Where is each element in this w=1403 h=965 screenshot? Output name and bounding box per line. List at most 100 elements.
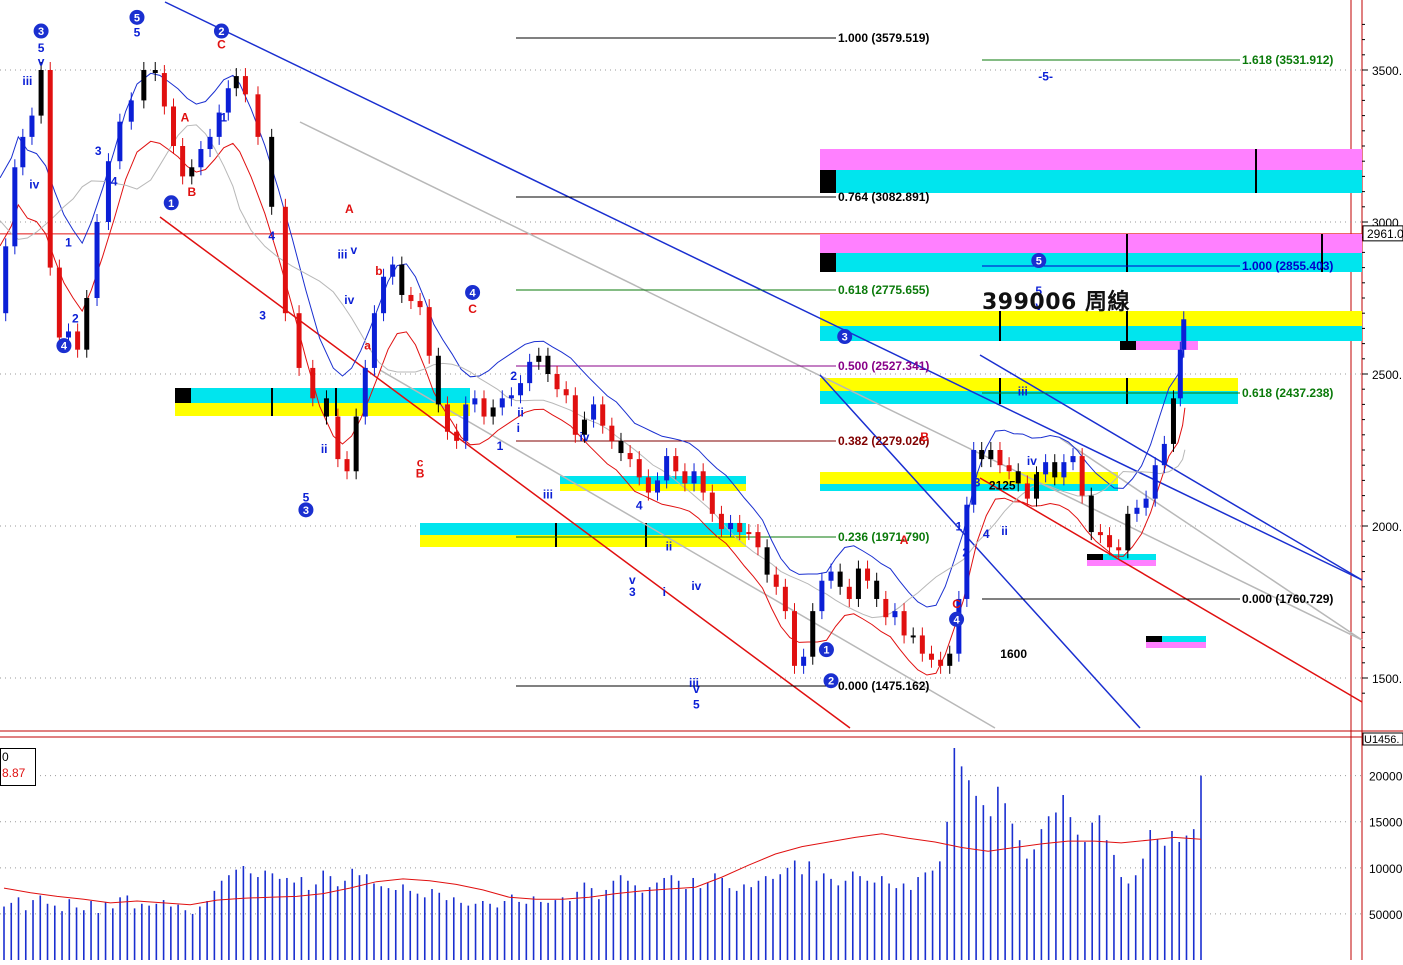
fib-level-label: 0.000 (1760.729) [1242,592,1333,606]
candle-body [810,611,816,657]
fib-level-label: 0.618 (2775.655) [838,283,929,297]
wave-label: 5 [693,697,700,711]
candle-body [718,513,724,530]
candle-body [128,100,134,122]
candle-body [12,167,18,247]
candle-body [1088,495,1094,533]
candle-body [335,416,341,460]
zone-band-magenta [820,149,1362,170]
wave-label: 2 [218,26,224,38]
candle-body [627,453,633,460]
candle-body [773,574,779,587]
wave-label: ii [666,539,673,553]
zone-anchor-block [820,253,836,272]
candle-body [892,611,898,618]
candle-body [655,480,661,493]
candle-body [1079,456,1085,496]
candle-body [737,522,743,533]
wave-label: 2 [510,369,517,383]
candle-body [518,383,524,396]
candle-body [362,367,368,417]
candle-body [728,522,734,530]
wave-label: 3 [629,585,636,599]
zone-band-yellow [820,472,1118,484]
candle-body [801,656,807,666]
wave-label: 4 [983,527,990,541]
candle-body [171,106,177,146]
candle-body [75,331,81,350]
candle-body [20,136,26,168]
fib-level-label: 0.382 (2279.026) [838,434,929,448]
wave-label: 2 [962,545,969,559]
fib-level-label: 0.000 (1475.162) [838,679,929,693]
volume-tick-label: 20000 [1369,770,1403,784]
candle-body [353,416,359,472]
candle-body [225,88,231,113]
candle-body [563,389,569,396]
candle-body [255,94,261,137]
candle-body [1143,498,1149,508]
wave-label: 1600 [1000,647,1027,661]
wave-label: 3 [974,475,981,489]
candle-body [463,404,469,441]
candle-body [117,121,123,162]
candle-body [855,568,861,599]
wave-label: 4 [111,175,118,189]
wave-label: -5- [1038,70,1053,84]
wave-label: iii [1018,384,1028,398]
fib-level-label: 1.000 (3579.519) [838,31,929,45]
candle-body [1116,547,1122,551]
candle-body [746,532,752,535]
wave-label: B [187,185,196,199]
volume-tick-label: 15000 [1369,816,1403,830]
wave-label: iii [337,247,347,261]
candle-body [938,659,944,666]
candle-body [1006,465,1012,472]
candle-body [1152,465,1158,499]
candle-body [636,459,642,478]
candle-body [426,307,432,356]
volume-tick-label: 50000 [1369,908,1403,922]
zone-anchor-block [1087,554,1103,560]
candle-body [207,136,213,150]
wave-label: 2 [828,676,834,688]
candle-body [901,611,907,636]
candle-body [296,313,302,368]
wave-label: A [900,533,909,547]
candle-body [1097,532,1103,536]
candle-body [618,440,624,454]
candle-body [3,246,9,314]
candle-body [1052,462,1058,478]
zone-band-magenta [1146,642,1206,648]
candle-body [1181,319,1187,350]
candle-body [755,532,761,548]
candle-body [609,425,615,441]
candle-body [94,222,100,298]
wave-label: i [663,585,666,599]
candle-body [323,398,329,417]
wave-label: iii [543,488,553,502]
wave-label: C [217,38,226,52]
zone-band-cyan [820,326,1362,341]
wave-label: 4 [268,229,275,243]
wave-label: 5 [1036,256,1042,268]
wave-label: 1 [823,645,829,657]
candle-body [390,264,396,277]
candle-body [47,70,53,268]
chart-title: 399006 周線 [982,290,1131,315]
wave-label: v [693,682,700,696]
candle-body [381,276,387,314]
candle-body [764,547,770,575]
candle-body [269,136,275,207]
candle-body [791,611,797,666]
zone-band-cyan [560,476,746,484]
candle-body [591,404,597,420]
candle-body [310,367,316,399]
zone-band-magenta [820,234,1362,253]
candle-body [84,298,90,350]
volume-header-label: U1456. [1364,734,1399,746]
candle-body [454,431,460,441]
candle-body [1043,462,1049,475]
wave-label: 1 [168,198,174,210]
candle-body [997,450,1003,466]
